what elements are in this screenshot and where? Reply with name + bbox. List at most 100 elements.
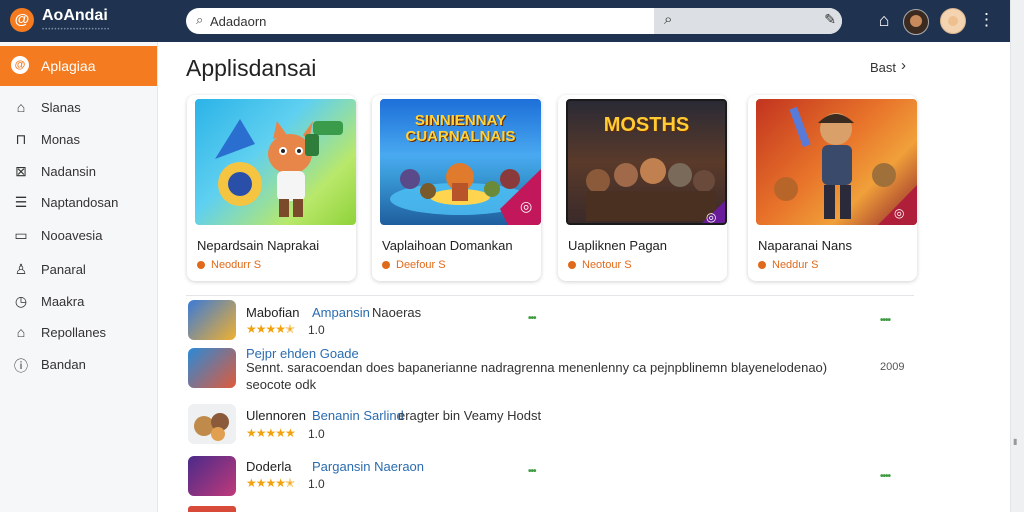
box-icon: ▭ xyxy=(14,227,28,243)
list-item-description-extra: seocote odk xyxy=(246,377,317,392)
search-input[interactable] xyxy=(210,8,650,34)
card-subtitle: Neddur S xyxy=(772,259,819,271)
list-item-title-link[interactable]: Pejpr ehden Goade xyxy=(246,346,359,361)
app-icon-thumbnail[interactable] xyxy=(188,506,236,512)
scrollbar[interactable] xyxy=(1010,0,1024,512)
rating-value: 1.0 xyxy=(308,323,325,337)
featured-card[interactable]: ◎ MOSTHS Uapliknen Pagan Neotour S xyxy=(558,95,727,281)
chevron-right-icon[interactable]: › xyxy=(901,57,906,74)
card-subtitle: Neotour S xyxy=(582,259,632,271)
status-dots-icon: ••• xyxy=(528,466,536,477)
search-button-icon[interactable]: ⌕ xyxy=(664,11,672,28)
list-item-name[interactable]: Mabofian xyxy=(246,305,299,320)
star-rating-icon: ★★★★✭ xyxy=(246,322,295,336)
star-rating-icon: ★★★★✭ xyxy=(246,476,295,490)
svg-text:◎: ◎ xyxy=(520,199,532,215)
info-icon: ⓘ xyxy=(14,358,28,374)
edit-pen-icon[interactable]: ✎ xyxy=(824,11,836,28)
app-icon: @ xyxy=(11,56,29,74)
sidebar-item-nooavesia[interactable]: ▭ Nooavesia xyxy=(0,222,157,250)
sidebar-item-naptandosan[interactable]: ☰ Naptandosan xyxy=(0,189,157,217)
avatar[interactable] xyxy=(903,9,929,35)
status-dots-icon: ••• xyxy=(528,313,536,324)
list-item-category: Naoeras xyxy=(372,305,422,320)
list-item-description: Sennt. saracoendan does bapanerianne nad… xyxy=(246,360,828,375)
list-item-count: 2009 xyxy=(880,361,905,373)
list-item-category: eragter bin Veamy Hodst xyxy=(398,408,542,423)
rating-value: 1.0 xyxy=(308,477,325,491)
clock-icon: ◷ xyxy=(14,293,28,309)
sidebar: @ Aplagiaa ⌂ Slanas ⊓ Monas ⊠ Nadansin ☰… xyxy=(0,42,158,512)
game-thumbnail: ◎ MOSTHS xyxy=(566,99,727,225)
sidebar-item-repollanes[interactable]: ⌂ Repollanes xyxy=(0,319,157,347)
scroll-indicator-icon[interactable]: ▮ xyxy=(1013,437,1017,446)
sidebar-item-panaral[interactable]: ♙ Panaral xyxy=(0,256,157,284)
list-item-developer-link[interactable]: Ampansin xyxy=(312,305,370,320)
home-icon: ⌂ xyxy=(16,99,26,115)
app-icon-thumbnail[interactable] xyxy=(188,348,236,388)
sidebar-item-label: Monas xyxy=(41,132,81,147)
list-item-developer-link[interactable]: Benanin Sarlind xyxy=(312,408,404,423)
status-dots-icon: •••• xyxy=(880,315,891,326)
top-bar: @ AoAndai •••••••••••••••••••••• ⌕ ⌕ ✎ ⌂… xyxy=(0,0,1010,42)
rating-value: 1.0 xyxy=(308,427,325,441)
profile-avatar[interactable] xyxy=(940,8,966,34)
sidebar-item-bandan[interactable]: ⓘ Bandan xyxy=(0,351,157,379)
sidebar-item-active[interactable]: @ Aplagiaa xyxy=(0,46,157,86)
sidebar-item-label: Naptandosan xyxy=(41,195,119,210)
app-icon-thumbnail[interactable] xyxy=(188,456,236,496)
search-action-area: ⌕ ✎ xyxy=(654,8,842,34)
list-item-name[interactable]: Doderla xyxy=(246,459,292,474)
sidebar-item-label: Nadansin xyxy=(41,164,96,179)
sidebar-item-slanas[interactable]: ⌂ Slanas xyxy=(0,94,157,122)
developer-badge-icon xyxy=(382,261,390,269)
more-menu-icon[interactable]: ⋮ xyxy=(978,9,995,31)
sidebar-item-label: Panaral xyxy=(41,262,86,277)
hero-character-art-icon: ◎ xyxy=(774,106,917,225)
sidebar-item-label: Aplagiaa xyxy=(41,58,96,74)
status-dots-icon: •••• xyxy=(880,471,891,482)
document-icon: ☰ xyxy=(14,194,28,210)
logo-icon: @ xyxy=(10,8,34,32)
developer-badge-icon xyxy=(568,261,576,269)
svg-text:◎: ◎ xyxy=(706,210,716,224)
list-item-name[interactable]: Ulennoren xyxy=(246,408,306,423)
sidebar-item-label: Bandan xyxy=(41,357,86,372)
game-thumbnail: ◎ xyxy=(756,99,917,225)
app-icon-thumbnail[interactable] xyxy=(188,404,236,444)
sidebar-item-maakra[interactable]: ◷ Maakra xyxy=(0,288,157,316)
app-icon-thumbnail[interactable] xyxy=(188,300,236,340)
developer-badge-icon xyxy=(758,261,766,269)
svg-text:◎: ◎ xyxy=(894,206,904,220)
store-icon: ⌂ xyxy=(16,324,26,340)
character-faces-icon xyxy=(194,413,229,441)
home-icon[interactable]: ⌂ xyxy=(873,8,895,32)
game-logo-text: MOSTHS xyxy=(603,114,690,136)
developer-badge-icon xyxy=(197,261,205,269)
fox-character-icon xyxy=(215,119,343,217)
sidebar-item-nadansin[interactable]: ⊠ Nadansin xyxy=(0,158,157,186)
sidebar-item-label: Repollanes xyxy=(41,325,107,340)
list-item-developer-link[interactable]: Pargansin Naeraon xyxy=(312,459,424,474)
featured-card[interactable]: Nepardsain Naprakai Neodurr S xyxy=(187,95,356,281)
image-icon: ⊠ xyxy=(15,163,27,179)
game-thumbnail xyxy=(195,99,356,225)
lock-icon: ⊓ xyxy=(15,131,27,147)
game-thumbnail: ◎ SINNIENNAY CUARNALNAIS xyxy=(380,99,541,225)
card-title: Uapliknen Pagan xyxy=(568,238,668,253)
sidebar-item-monas[interactable]: ⊓ Monas xyxy=(0,126,157,154)
app-logo[interactable]: @ AoAndai •••••••••••••••••••••• xyxy=(10,6,160,38)
sidebar-item-label: Maakra xyxy=(41,294,85,309)
card-subtitle: Neodurr S xyxy=(211,259,262,271)
game-logo-text: SINNIENNAY CUARNALNAIS xyxy=(405,112,516,145)
search-bar: ⌕ ⌕ ✎ xyxy=(186,8,842,34)
app-name: AoAndai xyxy=(42,7,108,24)
section-divider xyxy=(186,295,914,296)
star-rating-icon: ★★★★★ xyxy=(246,426,296,440)
card-title: Naparanai Nans xyxy=(758,238,852,253)
see-all-link[interactable]: Bast xyxy=(870,60,896,75)
featured-card[interactable]: ◎ Naparanai Nans Neddur S xyxy=(748,95,917,281)
featured-card[interactable]: ◎ SINNIENNAY CUARNALNAIS Vaplaihoan Doma… xyxy=(372,95,541,281)
app-tagline: •••••••••••••••••••••• xyxy=(42,27,111,33)
card-title: Vaplaihoan Domankan xyxy=(382,238,513,253)
